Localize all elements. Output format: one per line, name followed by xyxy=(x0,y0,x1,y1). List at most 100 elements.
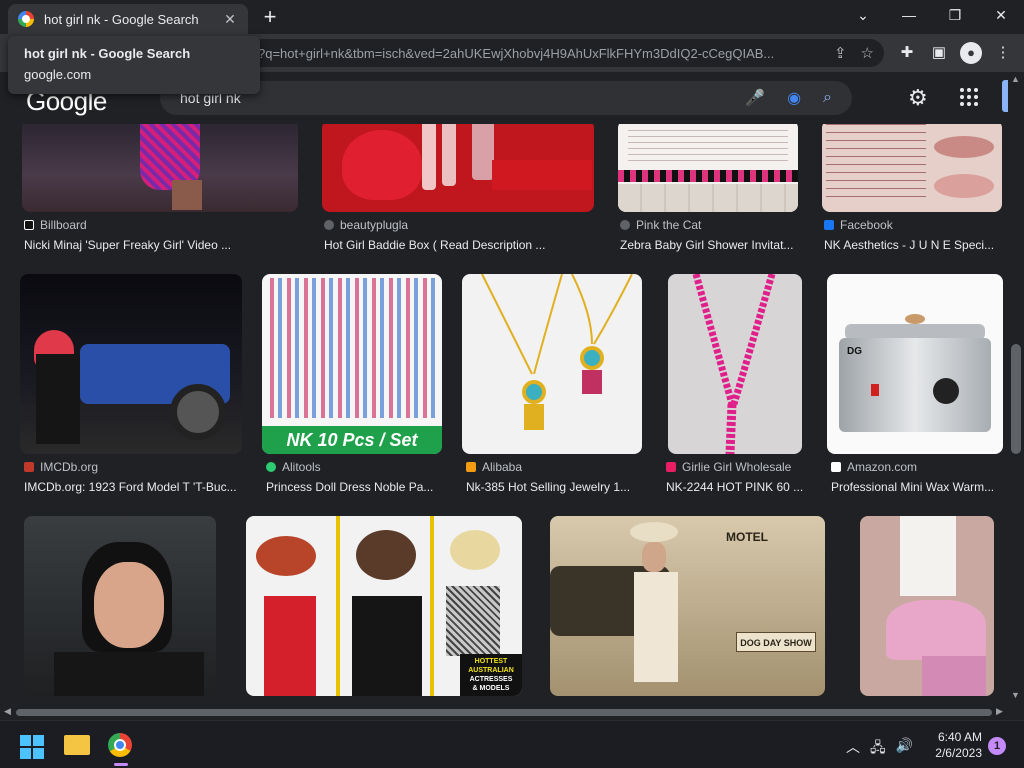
result-image-nicki[interactable] xyxy=(22,120,298,212)
result-caption[interactable]: Hot Girl Baddie Box ( Read Description .… xyxy=(324,238,596,252)
tab-google-search[interactable]: hot girl nk - Google Search ✕ xyxy=(8,4,248,34)
file-explorer-icon[interactable] xyxy=(64,735,90,755)
taskbar-clock[interactable]: 6:40 AM 2/6/2023 xyxy=(928,729,982,761)
sun-hat-shape xyxy=(630,522,678,542)
bookmark-star-icon[interactable]: ☆ xyxy=(861,44,874,62)
search-box[interactable]: 🎤 ◉ ⌕ xyxy=(160,81,852,115)
chrome-taskbar-icon[interactable] xyxy=(108,733,132,757)
tab-close-icon[interactable]: ✕ xyxy=(222,11,238,28)
result-image-dolls[interactable]: NK 10 Pcs / Set xyxy=(262,274,442,454)
imcdb-favicon-icon xyxy=(24,462,34,472)
tab-search-chevron-icon[interactable]: ⌄ xyxy=(840,0,886,30)
alibaba-favicon-icon xyxy=(466,462,476,472)
toolbar-actions: ✚ ▣ ● ⋮ xyxy=(896,42,1014,64)
girl-face-shape xyxy=(642,542,666,572)
result-image-zebra-invite[interactable] xyxy=(618,120,798,212)
minimize-button[interactable]: — xyxy=(886,0,932,30)
share-icon[interactable]: ⇪ xyxy=(834,44,847,62)
result-caption[interactable]: Professional Mini Wax Warm... xyxy=(831,480,1003,494)
wheel-shape xyxy=(170,384,226,440)
patterned-dress-shape xyxy=(446,586,500,656)
close-window-button[interactable]: ✕ xyxy=(978,0,1024,30)
result-image-pink-lanyard[interactable] xyxy=(668,274,802,454)
dog-day-sign: DOG DAY SHOW xyxy=(736,632,816,652)
hair-red xyxy=(256,536,316,576)
result-caption[interactable]: NK-2244 HOT PINK 60 ... xyxy=(666,480,804,494)
address-bar[interactable]: ?q=hot+girl+nk&tbm=isch&ved=2ahUKEwjXhob… xyxy=(248,39,884,67)
result-image-jewelry[interactable] xyxy=(462,274,642,454)
invite-text-lines xyxy=(628,126,788,166)
result-caption[interactable]: NK Aesthetics - J U N E Speci... xyxy=(824,238,1000,252)
result-image-baddie-box[interactable] xyxy=(322,120,594,212)
result-image-dog-day[interactable]: MOTEL DOG DAY SHOW xyxy=(550,516,825,696)
search-icon[interactable]: ⌕ xyxy=(823,89,832,107)
result-source[interactable]: beautyplugla xyxy=(324,218,408,232)
url-text[interactable]: ?q=hot+girl+nk&tbm=isch&ved=2ahUKEwjXhob… xyxy=(258,46,820,61)
doll-grid xyxy=(266,278,438,418)
divider-line xyxy=(336,516,340,696)
hair-brown xyxy=(356,530,416,580)
legs-shape xyxy=(172,180,202,210)
system-tray: ︿ 🖧 🔊 xyxy=(846,737,913,761)
extensions-puzzle-icon[interactable]: ✚ xyxy=(896,42,918,64)
settings-gear-icon[interactable]: ⚙ xyxy=(908,85,928,111)
new-tab-button[interactable]: + xyxy=(258,6,282,30)
show-hidden-icons-chevron-icon[interactable]: ︿ xyxy=(846,737,860,761)
vertical-scroll-thumb[interactable] xyxy=(1011,344,1021,454)
volume-icon[interactable]: 🔊 xyxy=(896,737,913,761)
menu-kebab-icon[interactable]: ⋮ xyxy=(992,42,1014,64)
result-caption[interactable]: Nk-385 Hot Selling Jewelry 1... xyxy=(466,480,642,494)
facebook-favicon-icon xyxy=(824,220,834,230)
account-edge-indicator xyxy=(1002,80,1008,112)
result-source[interactable]: Facebook xyxy=(824,218,893,232)
result-source[interactable]: Pink the Cat xyxy=(620,218,701,232)
result-image-actresses[interactable]: HOTTEST AUSTRALIAN ACTRESSES & MODELS xyxy=(246,516,522,696)
result-image-wax-warmer[interactable]: DG xyxy=(827,274,1003,454)
scroll-down-arrow-icon[interactable]: ▼ xyxy=(1011,690,1020,700)
motel-sign: MOTEL xyxy=(726,530,768,544)
horizontal-scroll-thumb[interactable] xyxy=(16,709,992,716)
restore-button[interactable]: ❐ xyxy=(932,0,978,30)
result-source[interactable]: Amazon.com xyxy=(831,460,917,474)
google-lens-icon[interactable]: ◉ xyxy=(787,88,801,108)
active-app-indicator xyxy=(114,763,128,766)
result-caption[interactable]: Nicki Minaj 'Super Freaky Girl' Video ..… xyxy=(24,238,298,252)
result-source[interactable]: Billboard xyxy=(24,218,87,232)
result-caption[interactable]: Princess Doll Dress Noble Pa... xyxy=(266,480,442,494)
result-source[interactable]: Alibaba xyxy=(466,460,522,474)
tooltip-domain: google.com xyxy=(24,67,92,82)
result-image-pink-platforms[interactable] xyxy=(860,516,994,696)
result-source[interactable]: Alitools xyxy=(266,460,321,474)
result-image-ford-t-bucket[interactable] xyxy=(20,274,242,454)
profile-avatar-icon[interactable]: ● xyxy=(960,42,982,64)
scroll-left-arrow-icon[interactable]: ◀ xyxy=(4,706,11,717)
lips-shape-top xyxy=(934,136,994,158)
necklace-svg xyxy=(481,274,633,430)
flyer-text xyxy=(826,124,926,204)
result-source[interactable]: Girlie Girl Wholesale xyxy=(666,460,791,474)
search-input[interactable] xyxy=(180,90,724,106)
knob-lid xyxy=(905,314,925,324)
microphone-icon[interactable]: 🎤 xyxy=(745,88,765,108)
globe-favicon-icon xyxy=(324,220,334,230)
vertical-scrollbar[interactable]: ▲ ▼ xyxy=(1008,72,1024,704)
scroll-right-arrow-icon[interactable]: ▶ xyxy=(996,706,1003,717)
lipgloss-shape-2 xyxy=(442,120,456,186)
result-image-officer[interactable] xyxy=(24,516,216,696)
result-caption[interactable]: IMCDb.org: 1923 Ford Model T 'T-Buc... xyxy=(24,480,242,494)
hair-blonde xyxy=(450,530,500,570)
result-caption[interactable]: Zebra Baby Girl Shower Invitat... xyxy=(620,238,802,252)
browser-window: hot girl nk - Google Search ✕ + ⌄ — ❐ ✕ … xyxy=(0,0,1024,768)
result-source[interactable]: IMCDb.org xyxy=(24,460,98,474)
clock-date: 2/6/2023 xyxy=(935,746,982,760)
scroll-up-arrow-icon[interactable]: ▲ xyxy=(1011,74,1020,84)
google-apps-icon[interactable] xyxy=(960,88,978,106)
result-image-nk-aesthetics[interactable] xyxy=(822,120,1002,212)
horizontal-scrollbar[interactable]: ◀ ▶ xyxy=(0,704,1008,720)
heart-shape xyxy=(342,130,422,200)
notification-badge[interactable]: 1 xyxy=(988,737,1006,755)
alitools-favicon-icon xyxy=(266,462,276,472)
network-icon[interactable]: 🖧 xyxy=(870,737,886,761)
windows-start-icon[interactable] xyxy=(20,735,44,759)
side-panel-icon[interactable]: ▣ xyxy=(928,42,950,64)
